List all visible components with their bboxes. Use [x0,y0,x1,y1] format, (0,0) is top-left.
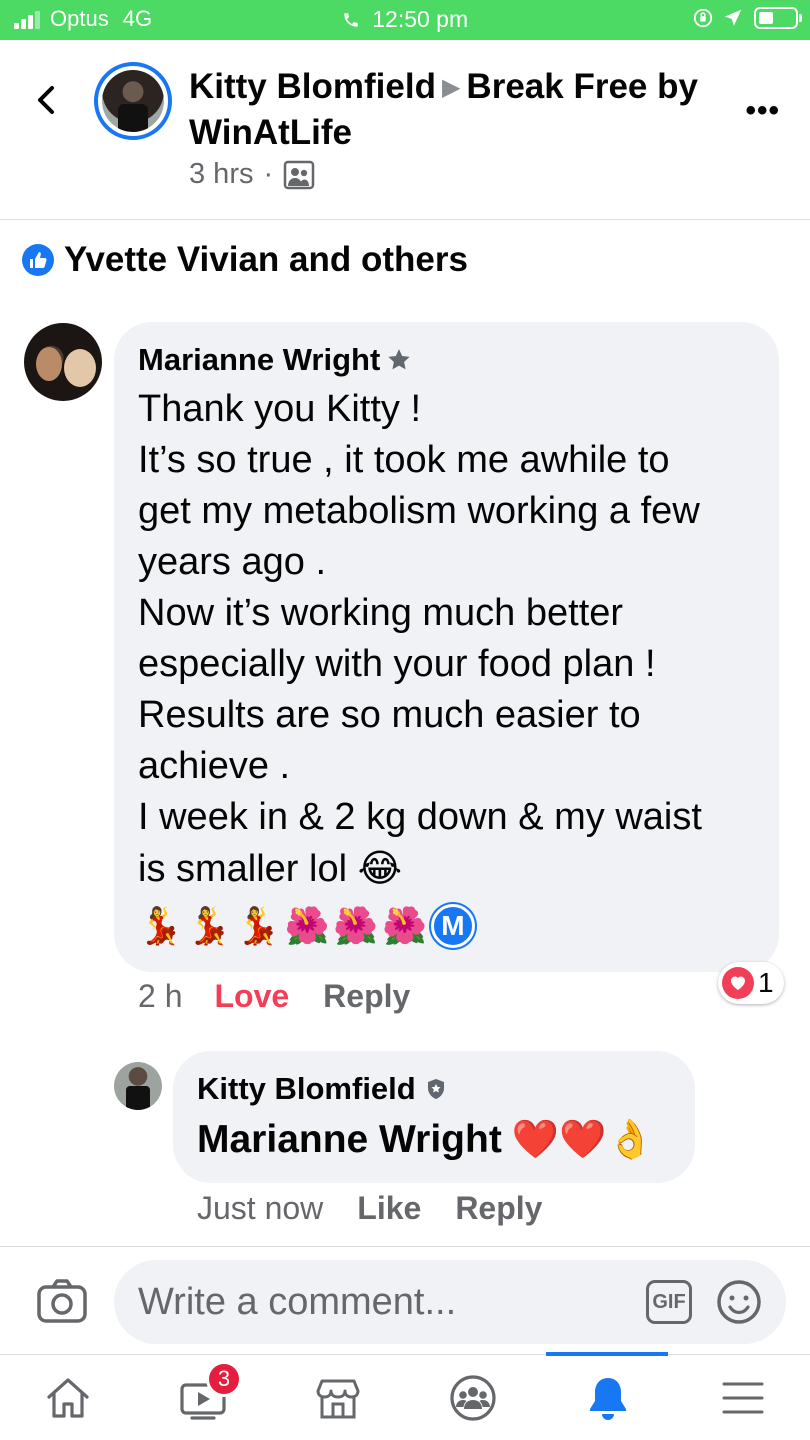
love-button[interactable]: Love [214,978,289,1015]
nav-marketplace[interactable] [270,1355,405,1440]
love-reaction-icon [722,967,754,999]
comment-line: It’s so true , it took me awhile to [138,439,670,481]
comment-line: Thank you Kitty ! [138,388,422,430]
reply-button[interactable]: Reply [455,1190,542,1227]
hearts-ok-emoji: ❤️❤️👌 [511,1117,654,1161]
comment-line: get my metabolism working a few [138,490,700,532]
reactions-summary-text: Yvette Vivian and others [64,240,468,279]
hibiscus-emoji: 🌺 [284,906,330,947]
clock: 12:50 pm [372,6,469,32]
shield-icon [427,1079,444,1099]
reply-author[interactable]: Kitty Blomfield [197,1071,416,1107]
comment-timestamp[interactable]: 2 h [138,978,182,1015]
comment-line: Now it’s working much better [138,592,624,634]
reply-actions: Just now Like Reply [197,1190,542,1227]
nav-home[interactable] [0,1355,135,1440]
post-meta: 3 hrs · [189,158,315,191]
more-options-button[interactable]: ••• [745,94,780,128]
reactions-summary[interactable]: Yvette Vivian and others [22,240,468,280]
reply-author-avatar[interactable] [114,1062,162,1110]
post-header: Kitty Blomfield ▶ Break Free by WinAtLife … [0,40,810,220]
gif-button[interactable]: GIF [646,1280,692,1324]
camera-icon[interactable] [36,1277,88,1325]
post-title: Kitty Blomfield ▶ Break Free by WinAtLife [189,64,709,155]
comment-line: especially with your food plan ! [138,643,656,685]
comment-line: is smaller lol 😂 [138,843,768,895]
phone-call-icon [344,13,358,27]
comment-bubble[interactable]: Marianne Wright Thank you Kitty ! It’s s… [114,322,779,972]
dancer-emoji: 💃 [235,906,281,947]
meta-separator: · [263,158,274,190]
commenter-avatar[interactable] [24,323,102,401]
comment-line: achieve . [138,745,291,787]
watch-notification-badge: 3 [206,1361,242,1397]
reply-timestamp[interactable]: Just now [197,1190,323,1227]
like-button[interactable]: Like [357,1190,421,1227]
dancer-emoji: 💃 [186,906,232,947]
mention-link[interactable]: Marianne Wright [197,1118,502,1162]
smiley-icon[interactable] [716,1279,762,1325]
triangle-right-icon: ▶ [441,74,461,101]
laughing-emoji: 😂 [357,846,403,890]
back-button[interactable] [28,80,68,120]
status-bar: Optus 4G 12:50 pm [0,0,810,40]
comment-line-text: is smaller lol [138,848,348,890]
post-timestamp[interactable]: 3 hrs [189,158,253,191]
nav-watch[interactable] [135,1355,270,1440]
nav-notifications[interactable] [540,1355,675,1440]
chevron-left-icon [38,86,54,114]
star-icon [388,349,410,370]
author-name-link[interactable]: Kitty Blomfield [189,67,436,106]
groups-icon [449,1375,496,1421]
comment-line: Results are so much easier to [138,694,641,736]
battery-icon [754,7,802,29]
group-members-icon [283,160,315,189]
profile-photo [102,70,164,132]
dancer-emoji: 💃 [138,906,183,947]
comment-reaction-count[interactable]: 1 [718,962,784,1004]
bottom-navigation [0,1352,810,1440]
nav-groups[interactable] [405,1355,540,1440]
comment-line: I week in & 2 kg down & my waist [138,796,702,838]
notifications-icon [589,1378,626,1420]
metro-m-emoji: M [430,904,475,948]
menu-icon [722,1382,763,1414]
rotation-lock-icon [693,8,713,28]
emoji-row: 💃 💃 💃 🌺 🌺 🌺 M [138,904,475,948]
author-avatar[interactable] [94,62,172,140]
reaction-count: 1 [758,967,774,998]
comment-line: years ago . [138,541,326,583]
location-arrow-icon [724,9,742,26]
home-icon [46,1378,89,1418]
reply-text: Marianne Wright ❤️❤️👌 [197,1117,654,1162]
hibiscus-emoji: 🌺 [382,906,427,947]
reply-bubble[interactable]: Kitty Blomfield Marianne Wright ❤️❤️👌 [173,1051,695,1183]
comment-author[interactable]: Marianne Wright [138,342,380,378]
comment-actions: 2 h Love Reply [138,978,410,1015]
reply-button[interactable]: Reply [323,978,410,1015]
nav-menu[interactable] [675,1355,810,1440]
hibiscus-emoji: 🌺 [333,906,379,947]
marketplace-icon [316,1379,359,1419]
like-icon [22,244,54,276]
comment-text: Thank you Kitty ! It’s so true , it took… [138,384,768,895]
